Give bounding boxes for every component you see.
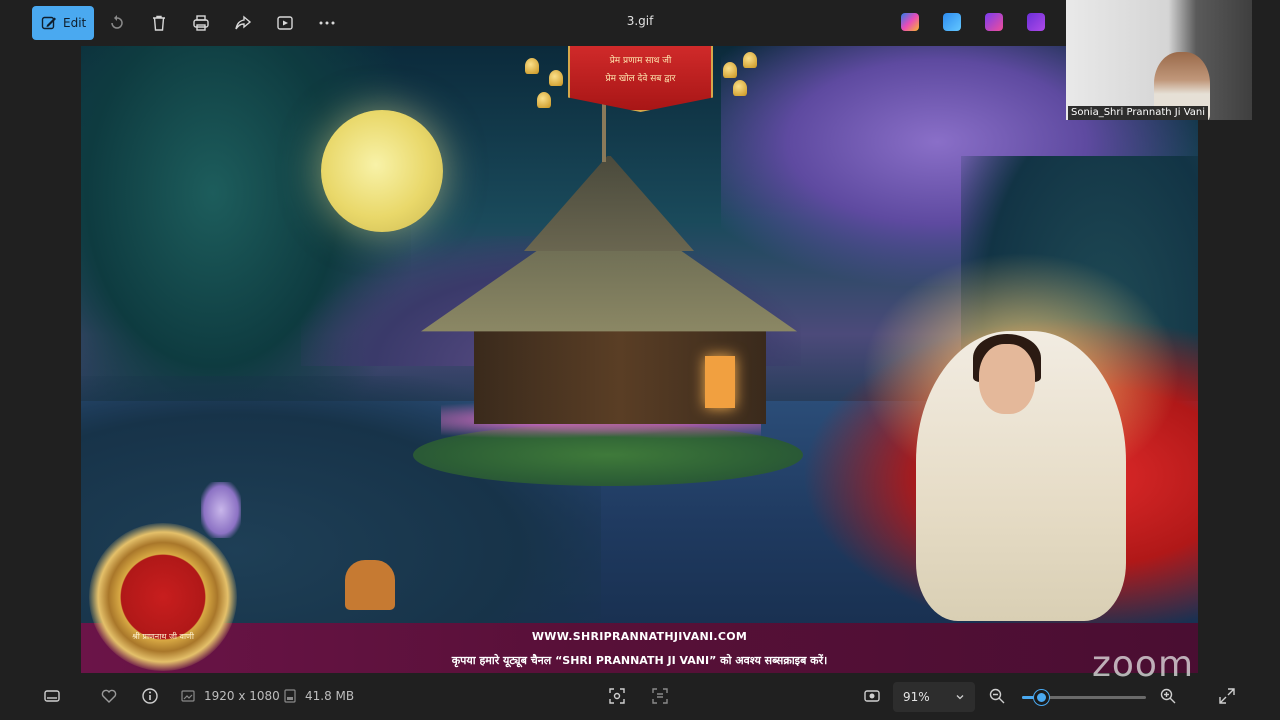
fullscreen-icon[interactable]	[1217, 686, 1237, 706]
zoom-in-icon[interactable]	[1158, 686, 1178, 706]
share-icon[interactable]	[232, 12, 254, 34]
edit-label: Edit	[63, 16, 87, 30]
image-canvas[interactable]: प्रेम प्रणाम साथ जी प्रेम खोल देवे सब द्…	[81, 46, 1198, 673]
hut-lit-door	[705, 356, 735, 408]
footer-url: WWW.SHRIPRANNATHJIVANI.COM	[531, 630, 748, 643]
bell	[549, 70, 563, 86]
dimensions-icon	[178, 686, 198, 706]
paint-icon[interactable]	[943, 13, 961, 31]
designer-icon[interactable]	[985, 13, 1003, 31]
clipchamp-icon[interactable]	[1027, 13, 1045, 31]
bell	[733, 80, 747, 96]
moon	[321, 110, 443, 232]
slideshow-icon[interactable]	[274, 12, 296, 34]
text-extract-icon[interactable]	[650, 686, 670, 706]
zoom-level-value: 91%	[903, 690, 930, 704]
hut-spire	[602, 102, 606, 162]
file-title: 3.gif	[626, 14, 654, 28]
banner-line-1: प्रेम प्रणाम साथ जी	[609, 56, 672, 66]
participant-video-tile[interactable]: Sonia_Shri Prannath Ji Vani	[1066, 0, 1252, 120]
bell	[525, 58, 539, 74]
visual-search-icon[interactable]	[607, 686, 627, 706]
info-icon[interactable]	[140, 686, 160, 706]
filmstrip-icon[interactable]	[42, 686, 62, 706]
bell	[743, 52, 757, 68]
participant-name: Sonia_Shri Prannath Ji Vani	[1068, 106, 1209, 120]
file-size-icon	[280, 686, 300, 706]
print-icon[interactable]	[190, 12, 212, 34]
image-dimensions: 1920 x 1080	[204, 689, 280, 703]
delete-icon[interactable]	[148, 12, 170, 34]
rotate-icon[interactable]	[106, 12, 128, 34]
zoom-slider-thumb[interactable]	[1034, 690, 1049, 705]
more-icon[interactable]	[316, 12, 338, 34]
zoom-level-select[interactable]: 91%	[893, 682, 975, 712]
banner-line-2: प्रेम खोल देवे सब द्वार	[605, 74, 676, 84]
edit-icon	[41, 16, 56, 30]
channel-logo	[89, 523, 237, 671]
butterfly	[201, 482, 241, 538]
favorite-heart-icon[interactable]	[99, 686, 119, 706]
file-size: 41.8 MB	[305, 689, 355, 703]
bell	[723, 62, 737, 78]
zoom-out-icon[interactable]	[987, 686, 1007, 706]
logo-text: श्री प्राणनाथ जी वाणी	[132, 632, 194, 641]
deer	[345, 560, 395, 610]
edit-button[interactable]: Edit	[32, 6, 94, 40]
photo-viewer-window: Edit 3.gif प्रेम प्रणाम साथ जी प्रेम खोल…	[0, 0, 1280, 720]
footer-message: कृपया हमारे यूट्यूब चैनल “SHRI PRANNATH …	[451, 654, 828, 667]
bell	[537, 92, 551, 108]
woman-face	[979, 344, 1035, 414]
chevron-down-icon	[956, 695, 964, 700]
actual-size-icon[interactable]	[862, 686, 882, 706]
copilot-icon[interactable]	[901, 13, 919, 31]
